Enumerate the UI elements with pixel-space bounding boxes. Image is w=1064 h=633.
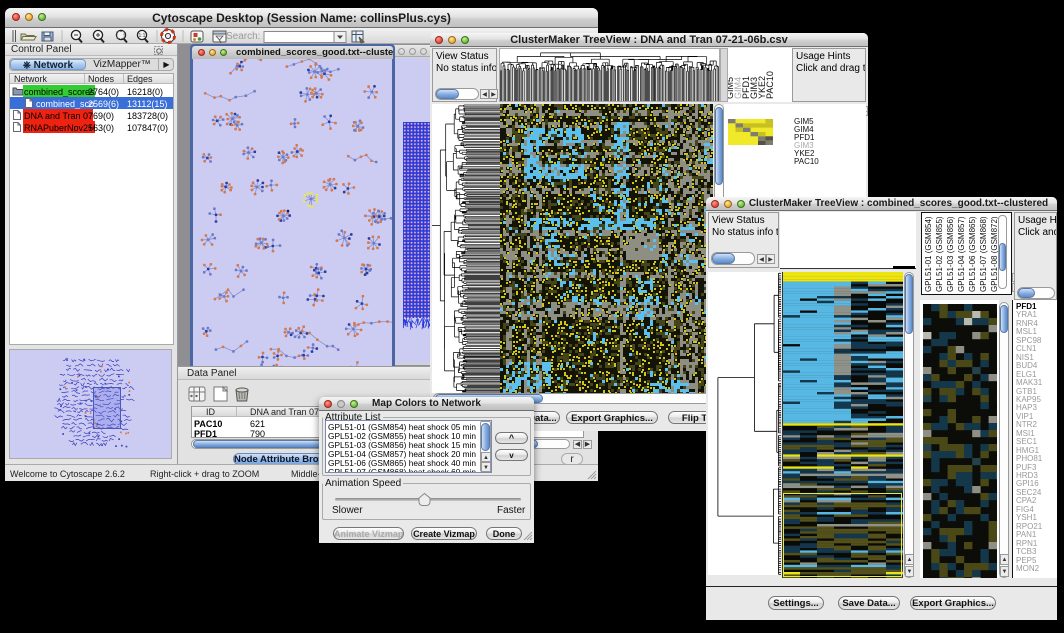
svg-text:GPL51-07 (GSM868): GPL51-07 (GSM868) — [979, 216, 988, 292]
svg-text:1:1: 1:1 — [139, 33, 146, 39]
svg-text:GPL51-04 (GSM857): GPL51-04 (GSM857) — [957, 216, 966, 292]
svg-text:PAC10: PAC10 — [765, 71, 775, 99]
svg-text:GPL51-06 (GSM865): GPL51-06 (GSM865) — [968, 216, 977, 292]
svg-text:GPL51-02 (GSM855): GPL51-02 (GSM855) — [935, 216, 944, 292]
svg-text:GPL51-03 (GSM856): GPL51-03 (GSM856) — [946, 216, 955, 292]
svg-text:Search:: Search: — [226, 31, 260, 42]
svg-text:GPL51-01 (GSM854): GPL51-01 (GSM854) — [924, 216, 933, 292]
